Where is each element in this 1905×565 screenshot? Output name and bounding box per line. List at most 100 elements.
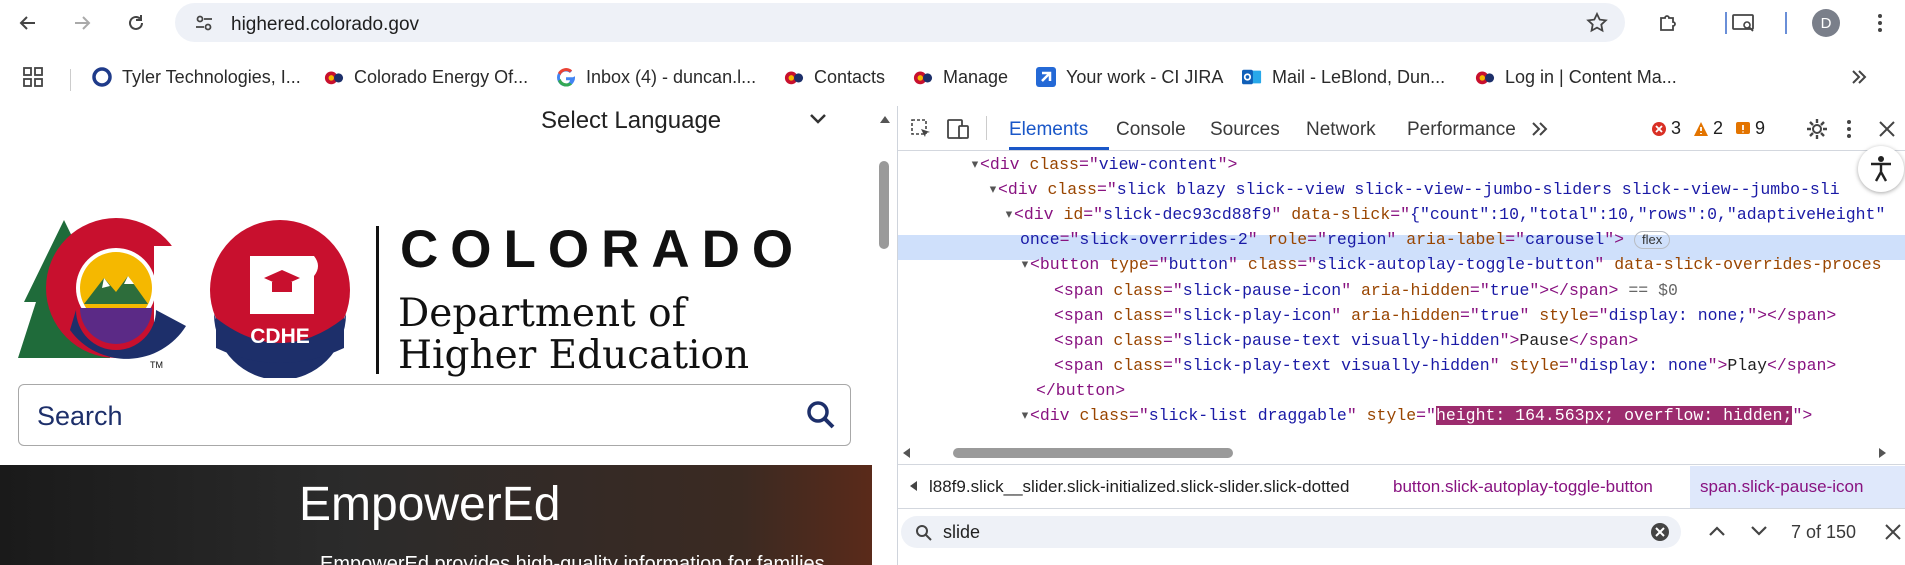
reload-button[interactable] <box>120 8 152 38</box>
bookmark-label: Mail - LeBlond, Dun... <box>1272 66 1446 87</box>
dom-line[interactable]: ▾<button type="button" class="slick-auto… <box>1020 253 1882 277</box>
bookmarks-bar: Tyler Technologies, I... Colorado Energy… <box>0 55 1905 100</box>
chevron-down-icon[interactable] <box>1750 524 1768 538</box>
dom-line[interactable]: ▾<div class="slick blazy slick--view sli… <box>988 178 1840 202</box>
google-icon <box>556 67 576 87</box>
page-scroll-thumb[interactable] <box>879 161 889 249</box>
close-icon[interactable] <box>1884 523 1902 541</box>
bookmark-contacts[interactable]: Contacts <box>784 64 885 90</box>
site-info-icon <box>196 15 212 31</box>
crumb-slider[interactable]: l88f9.slick__slider.slick-initialized.sl… <box>929 477 1349 497</box>
tab-elements[interactable]: Elements <box>1009 119 1088 141</box>
site-search[interactable]: Search <box>18 384 851 446</box>
hero-subtitle: EmpowerEd provides high-quality informat… <box>320 553 825 565</box>
find-input-box[interactable] <box>901 516 1681 548</box>
breadcrumb: l88f9.slick__slider.slick-initialized.sl… <box>898 464 1905 508</box>
search-icon[interactable] <box>806 400 836 430</box>
clear-icon[interactable] <box>1650 522 1670 542</box>
dom-line[interactable]: ▾<div class="slick-list draggable" style… <box>1020 404 1812 428</box>
settings-gear-icon[interactable] <box>1806 118 1828 140</box>
tab-sources[interactable]: Sources <box>1210 119 1280 141</box>
dom-scroll-thumb[interactable] <box>953 448 1233 458</box>
bookmark-colorado-energy[interactable]: Colorado Energy Of... <box>324 64 528 90</box>
divider-icon <box>1770 8 1802 38</box>
hero-title: EmpowerEd <box>299 478 561 531</box>
forward-button[interactable] <box>66 8 98 38</box>
page-scrollbar[interactable] <box>872 106 897 565</box>
accessibility-widget[interactable] <box>1858 146 1904 192</box>
colorado-icon <box>1475 67 1495 87</box>
tyler-icon <box>92 67 112 87</box>
double-chevron-right-icon <box>1852 70 1867 84</box>
scroll-left-icon <box>903 448 910 458</box>
forward-arrow-icon <box>75 16 91 30</box>
menu-button[interactable] <box>1864 8 1896 38</box>
back-button[interactable] <box>12 8 44 38</box>
accessibility-icon <box>1871 156 1891 182</box>
dom-line[interactable]: once="slick-overrides-2" role="region" a… <box>1020 228 1671 252</box>
chevron-up-icon[interactable] <box>1708 524 1726 538</box>
inspect-element-icon[interactable] <box>910 118 932 140</box>
reload-icon <box>129 15 143 30</box>
puzzle-icon <box>1660 15 1676 31</box>
crumb-left-icon <box>910 481 917 491</box>
find-input[interactable]: slide <box>943 522 980 543</box>
bookmark-mail[interactable]: Mail - LeBlond, Dun... <box>1242 64 1445 90</box>
kebab-menu-icon <box>1878 14 1882 32</box>
tab-console[interactable]: Console <box>1116 119 1186 141</box>
dom-line[interactable]: <span class="slick-play-icon" aria-hidde… <box>1054 304 1836 328</box>
back-arrow-icon <box>19 16 35 30</box>
hero-banner: EmpowerEd EmpowerEd provides high-qualit… <box>0 465 872 565</box>
chevron-down-icon[interactable] <box>808 112 828 126</box>
device-toolbar-icon[interactable] <box>946 118 970 140</box>
crumb-button[interactable]: button.slick-autoplay-toggle-button <box>1393 477 1653 497</box>
divider <box>70 69 71 91</box>
bookmark-tyler[interactable]: Tyler Technologies, I... <box>92 64 301 90</box>
select-language[interactable]: Select Language <box>541 107 721 135</box>
dept-line1: Department of <box>398 291 687 336</box>
bookmark-content[interactable]: Log in | Content Ma... <box>1475 64 1677 90</box>
colorado-c-logo-icon: TM CDHE <box>18 218 350 380</box>
apps-button[interactable] <box>22 64 44 90</box>
error-count[interactable]: 3 <box>1651 118 1681 139</box>
dom-hscrollbar[interactable] <box>898 442 1905 462</box>
profile-avatar[interactable]: D <box>1812 9 1840 37</box>
issues-count[interactable]: 9 <box>1735 118 1765 139</box>
extensions-button[interactable] <box>1652 8 1684 38</box>
kebab-menu-icon[interactable] <box>1846 119 1852 139</box>
omnibox[interactable]: highered.colorado.gov <box>175 3 1625 42</box>
more-tabs-icon[interactable] <box>1530 121 1550 137</box>
url-text[interactable]: highered.colorado.gov <box>231 14 419 36</box>
bookmark-star-icon <box>1586 11 1608 33</box>
bookmark-inbox[interactable]: Inbox (4) - duncan.l... <box>556 64 756 90</box>
devtools-toolbar: Elements Console Sources Network Perform… <box>898 106 1905 151</box>
dom-line[interactable]: ▾<div class="view-content"> <box>970 153 1237 177</box>
dom-line-selected[interactable]: <span class="slick-pause-icon" aria-hidd… <box>1054 279 1678 303</box>
close-icon[interactable] <box>1878 120 1896 138</box>
dom-line[interactable]: <span class="slick-pause-text visually-h… <box>1054 329 1638 353</box>
tab-performance[interactable]: Performance <box>1407 119 1516 141</box>
warning-icon <box>1694 121 1708 136</box>
search-input[interactable]: Search <box>37 401 123 432</box>
brand-title: COLORADO <box>400 220 806 279</box>
dom-line[interactable]: ▾<div id="slick-dec93cd88f9" data-slick=… <box>1004 203 1885 227</box>
cast-button[interactable] <box>1728 8 1760 38</box>
bookmark-manage[interactable]: Manage <box>913 64 1008 90</box>
dom-line[interactable]: <span class="slick-play-text visually-hi… <box>1054 354 1836 378</box>
scroll-right-icon <box>1879 448 1886 458</box>
crumb-span[interactable]: span.slick-pause-icon <box>1700 477 1863 497</box>
dom-line[interactable]: </button> <box>1036 379 1125 403</box>
apps-grid-icon <box>23 67 43 87</box>
bookmark-label: Contacts <box>814 66 886 87</box>
colorado-logo[interactable]: TM CDHE <box>14 218 374 383</box>
bookmark-label: Colorado Energy Of... <box>354 66 529 87</box>
bookmark-jira[interactable]: Your work - CI JIRA <box>1036 64 1223 90</box>
warning-count[interactable]: 2 <box>1693 118 1723 139</box>
tab-network[interactable]: Network <box>1306 119 1376 141</box>
colorado-icon <box>784 67 804 87</box>
search-icon <box>916 525 932 541</box>
more-bookmarks-button[interactable] <box>1850 64 1868 90</box>
error-icon <box>1652 121 1666 136</box>
bookmark-label: Log in | Content Ma... <box>1505 66 1677 87</box>
flex-badge[interactable]: flex <box>1634 231 1671 249</box>
